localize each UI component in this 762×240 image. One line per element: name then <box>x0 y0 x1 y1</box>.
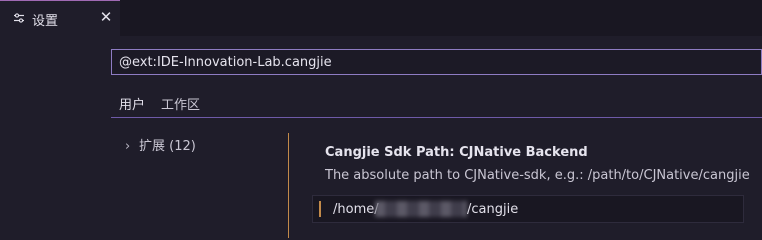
input-caret <box>319 201 321 217</box>
tab-user[interactable]: 用户 <box>119 94 145 113</box>
redacted-username <box>375 201 467 217</box>
settings-editor: 设置 ✕ @ext:IDE-Innovation-Lab.cangjie 用户 … <box>0 0 762 238</box>
chevron-right-icon: › <box>125 139 131 154</box>
close-icon[interactable]: ✕ <box>99 9 113 25</box>
path-suffix: /cangjie <box>467 202 519 217</box>
toc-item-label: 扩展 (12) <box>139 139 196 154</box>
path-prefix: /home/ <box>333 202 379 217</box>
settings-sliders-icon <box>14 13 24 23</box>
tab-label: 设置 <box>32 14 59 29</box>
toc-item-extensions[interactable]: › 扩展 (12) <box>125 135 196 154</box>
editor-tab-bar: 设置 ✕ <box>0 0 762 36</box>
tab-settings[interactable]: 设置 ✕ <box>0 0 120 36</box>
settings-search-input[interactable]: @ext:IDE-Innovation-Lab.cangjie <box>111 49 762 75</box>
search-value: @ext:IDE-Innovation-Lab.cangjie <box>119 55 332 70</box>
setting-description: The absolute path to CJNative-sdk, e.g.:… <box>325 168 750 183</box>
modified-indicator-bar <box>288 133 289 238</box>
setting-cangjie-sdk-path: Cangjie Sdk Path: CJNative Backend The a… <box>312 132 752 238</box>
setting-title: Cangjie Sdk Path: CJNative Backend <box>325 145 588 160</box>
sdk-path-input[interactable]: /home/ /cangjie <box>312 195 744 223</box>
settings-scope-tabs: 用户 工作区 <box>111 88 762 118</box>
scope-tabs-divider <box>111 117 762 118</box>
tab-workspace[interactable]: 工作区 <box>161 94 200 113</box>
